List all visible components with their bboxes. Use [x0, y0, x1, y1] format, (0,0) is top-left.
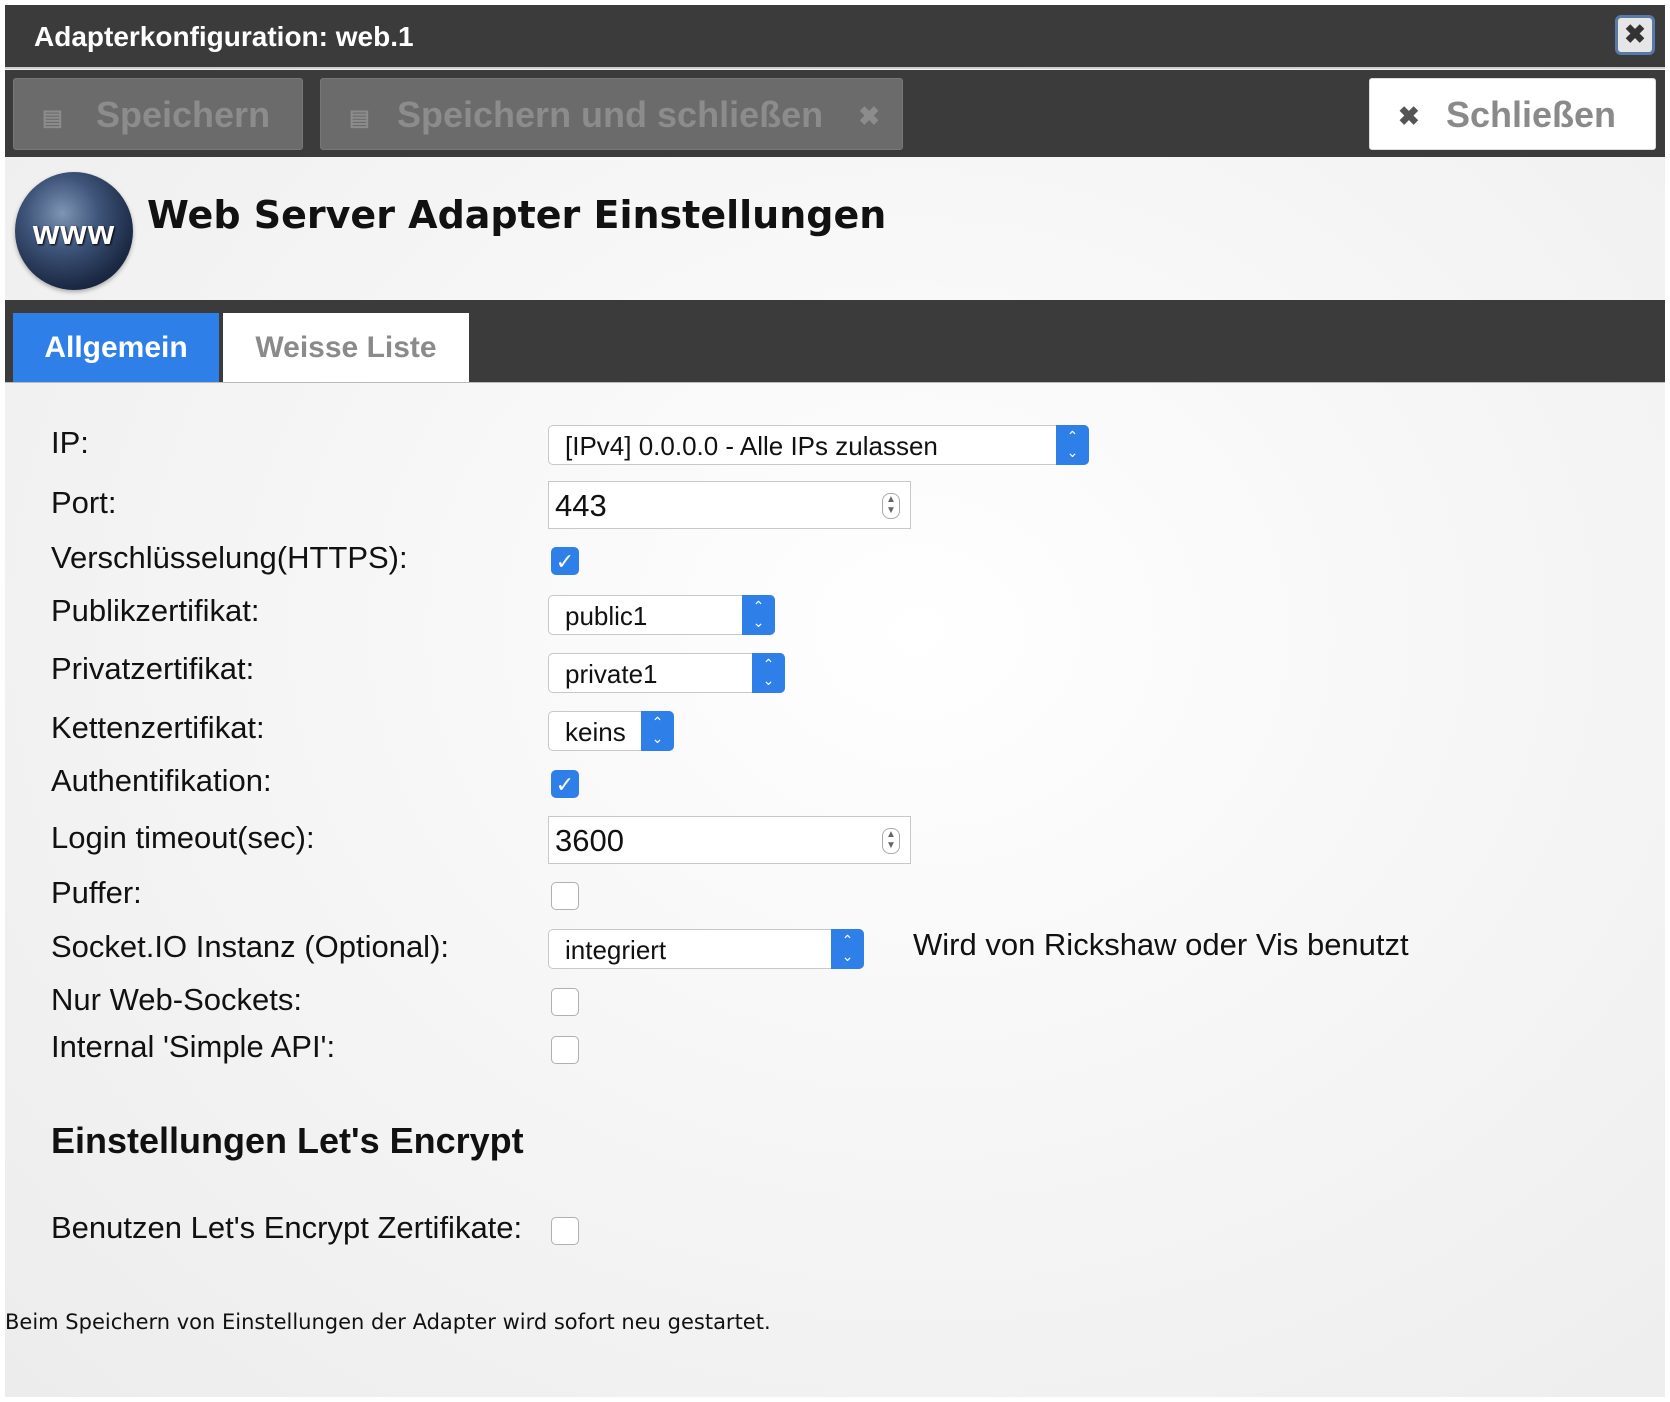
checkmark-icon: ✓: [555, 549, 575, 574]
save-and-close-button[interactable]: ▤ Speichern und schließen ✖: [320, 78, 903, 150]
socketio-hint: Wird von Rickshaw oder Vis benutzt: [913, 927, 1409, 962]
close-icon: ✖: [1624, 19, 1646, 49]
https-checkbox[interactable]: ✓: [551, 547, 579, 575]
logo-text: www: [32, 214, 116, 252]
save-button[interactable]: ▤ Speichern: [13, 78, 303, 150]
floppy-disk-icon: ▤: [42, 105, 63, 130]
save-and-close-button-label: Speichern und schließen: [397, 94, 824, 135]
chain-cert-select-value: keins: [565, 717, 626, 747]
tab-whitelist[interactable]: Weisse Liste: [223, 313, 469, 382]
socketio-select[interactable]: integriert ⌃ ⌄: [548, 929, 864, 969]
restart-note: Beim Speichern von Einstellungen der Ada…: [5, 1310, 771, 1334]
close-icon: ✖: [858, 101, 880, 131]
www-globe-logo: www: [15, 172, 133, 290]
letsencrypt-use-label: Benutzen Let's Encrypt Zertifikate:: [51, 1210, 523, 1245]
checkmark-icon: ✓: [555, 772, 575, 797]
login-timeout-input-value: 3600: [555, 823, 624, 858]
letsencrypt-use-checkbox[interactable]: [551, 1217, 579, 1245]
select-arrows-icon: ⌃ ⌄: [752, 653, 785, 693]
login-timeout-label: Login timeout(sec):: [51, 820, 315, 855]
letsencrypt-section-title: Einstellungen Let's Encrypt: [51, 1120, 524, 1161]
port-input-value: 443: [555, 488, 607, 523]
spinner-icon[interactable]: ▲ ▼: [882, 493, 900, 519]
select-arrows-icon: ⌃ ⌄: [1056, 425, 1089, 465]
close-icon: ✖: [1398, 101, 1420, 131]
login-timeout-input[interactable]: 3600 ▲ ▼: [548, 816, 911, 864]
toolbar: ▤ Speichern ▤ Speichern und schließen ✖ …: [5, 70, 1665, 157]
select-arrows-icon: ⌃ ⌄: [831, 929, 864, 969]
dialog-titlebar: Adapterkonfiguration: web.1 ✖: [5, 5, 1665, 69]
port-label: Port:: [51, 485, 117, 520]
buffer-checkbox[interactable]: [551, 882, 579, 910]
dialog-close-button[interactable]: ✖: [1615, 15, 1655, 55]
socketio-label: Socket.IO Instanz (Optional):: [51, 929, 450, 964]
save-button-label: Speichern: [96, 94, 271, 135]
private-cert-select-value: private1: [565, 659, 658, 689]
https-label: Verschlüsselung(HTTPS):: [51, 540, 408, 575]
page-title: Web Server Adapter Einstellungen: [147, 193, 887, 237]
spinner-icon[interactable]: ▲ ▼: [882, 828, 900, 854]
simple-api-checkbox[interactable]: [551, 1036, 579, 1064]
websockets-only-checkbox[interactable]: [551, 988, 579, 1016]
dialog-title: Adapterkonfiguration: web.1: [34, 21, 414, 52]
close-button[interactable]: ✖ Schließen: [1369, 78, 1656, 150]
public-cert-select[interactable]: public1 ⌃ ⌄: [548, 595, 775, 635]
ip-select[interactable]: [IPv4] 0.0.0.0 - Alle IPs zulassen ⌃ ⌄: [548, 425, 1089, 465]
ip-label: IP:: [51, 425, 89, 460]
auth-label: Authentifikation:: [51, 763, 272, 798]
close-button-label: Schließen: [1446, 94, 1617, 135]
chain-cert-select[interactable]: keins ⌃ ⌄: [548, 711, 674, 751]
websockets-only-label: Nur Web-Sockets:: [51, 982, 302, 1017]
socketio-select-value: integriert: [565, 935, 667, 965]
private-cert-select[interactable]: private1 ⌃ ⌄: [548, 653, 785, 693]
public-cert-label: Publikzertifikat:: [51, 593, 260, 628]
private-cert-label: Privatzertifikat:: [51, 651, 255, 686]
select-arrows-icon: ⌃ ⌄: [641, 711, 674, 751]
adapter-config-dialog: Adapterkonfiguration: web.1 ✖ ▤ Speicher…: [5, 5, 1665, 1397]
ip-select-value: [IPv4] 0.0.0.0 - Alle IPs zulassen: [565, 431, 938, 461]
auth-checkbox[interactable]: ✓: [551, 770, 579, 798]
simple-api-label: Internal 'Simple API':: [51, 1029, 336, 1064]
select-arrows-icon: ⌃ ⌄: [742, 595, 775, 635]
port-input[interactable]: 443 ▲ ▼: [548, 481, 911, 529]
public-cert-select-value: public1: [565, 601, 648, 631]
tab-bar: Allgemein Weisse Liste: [5, 300, 1665, 383]
floppy-disk-icon: ▤: [349, 105, 370, 130]
buffer-label: Puffer:: [51, 875, 142, 910]
tab-general[interactable]: Allgemein: [13, 313, 219, 382]
chain-cert-label: Kettenzertifikat:: [51, 710, 265, 745]
